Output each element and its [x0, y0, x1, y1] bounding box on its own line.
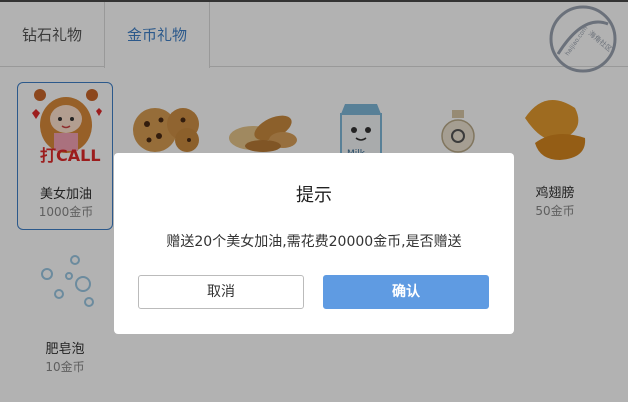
confirm-dialog: 提示 赠送20个美女加油,需花费20000金币,是否赠送 取消 确认: [114, 153, 514, 334]
dialog-message: 赠送20个美女加油,需花费20000金币,是否赠送: [166, 234, 462, 250]
dialog-title: 提示: [296, 185, 332, 206]
confirm-button[interactable]: 确认: [323, 275, 489, 309]
cancel-button[interactable]: 取消: [138, 275, 304, 309]
